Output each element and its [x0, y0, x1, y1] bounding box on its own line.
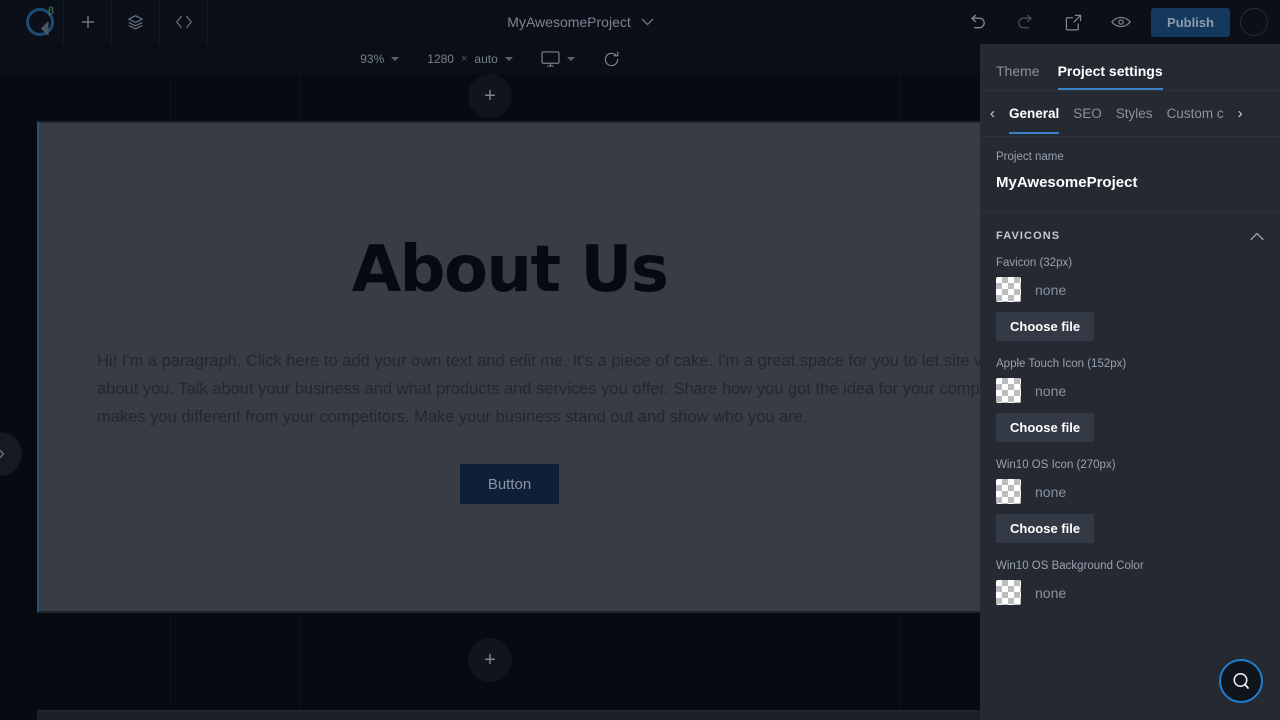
chevron-down-icon	[641, 18, 654, 26]
section-about-us[interactable]: About Us Hi! I'm a paragraph. Click here…	[37, 121, 980, 613]
canvas-height-value: auto	[474, 52, 498, 66]
project-title-label: MyAwesomeProject	[507, 14, 631, 30]
subtab-general[interactable]: General	[1009, 93, 1060, 134]
help-chat-icon	[1233, 673, 1249, 689]
code-icon	[175, 15, 192, 29]
add-section-button-bottom[interactable]: +	[468, 638, 512, 682]
apple-touch-icon-value: none	[1035, 382, 1067, 399]
apple-touch-icon-item: Apple Touch Icon (152px) none Choose fil…	[980, 353, 1280, 454]
publish-button[interactable]: Publish	[1151, 7, 1230, 37]
chevron-up-icon[interactable]	[1250, 232, 1264, 241]
add-section-button-top[interactable]: +	[468, 74, 512, 118]
tab-project-settings[interactable]: Project settings	[1057, 63, 1163, 90]
win10-os-icon-item: Win10 OS Icon (270px) none Choose file	[980, 454, 1280, 555]
project-settings-panel: Theme Project settings ‹ General SEO Sty…	[980, 44, 1280, 720]
transparency-swatch-icon[interactable]	[996, 580, 1021, 605]
code-button[interactable]	[160, 0, 208, 44]
apple-touch-icon-choose-file-button[interactable]: Choose file	[996, 413, 1095, 442]
monitor-icon	[541, 51, 560, 67]
chevron-down-icon	[566, 57, 575, 61]
chevron-right-icon	[0, 449, 4, 459]
canvas-width-value: 1280	[427, 52, 454, 66]
favicon-32-label: Favicon (32px)	[996, 257, 1073, 269]
hero-title: About Us	[351, 233, 669, 307]
panel-tab-bar: Theme Project settings	[980, 44, 1280, 91]
subtab-seo[interactable]: SEO	[1073, 93, 1102, 134]
subtabs-next-arrow[interactable]: ›	[1238, 105, 1243, 122]
editor-window: β MyAwesomeProject Publish 93% 1280 × au…	[0, 0, 1280, 720]
panel-content: Project name MyAwesomeProject FAVICONS F…	[980, 137, 1280, 720]
project-name-label: Project name	[996, 151, 1064, 163]
win10-background-color-label: Win10 OS Background Color	[996, 560, 1144, 572]
canvas-size-control[interactable]: 1280 × auto	[413, 52, 527, 66]
redo-button[interactable]	[1001, 0, 1049, 44]
canvas-toolbar: 93% 1280 × auto	[0, 44, 980, 74]
win10-os-icon-value: none	[1035, 483, 1067, 500]
undo-icon	[970, 14, 985, 29]
win10-background-color-row: none	[996, 580, 1264, 605]
external-link-icon	[1065, 14, 1081, 30]
zoom-control[interactable]: 93%	[346, 52, 413, 66]
apple-touch-icon-row: none	[996, 378, 1264, 403]
panel-subtab-bar: ‹ General SEO Styles Custom c ›	[980, 91, 1280, 137]
project-name-field[interactable]: Project name MyAwesomeProject	[980, 137, 1280, 212]
editor-logo[interactable]: β	[0, 0, 64, 44]
transparency-swatch-icon[interactable]	[996, 277, 1021, 302]
zoom-level-value: 93%	[360, 52, 385, 66]
editor-canvas[interactable]: + About Us Hi! I'm a paragraph. Click he…	[0, 74, 980, 720]
win10-os-icon-choose-file-button[interactable]: Choose file	[996, 514, 1095, 543]
favicon-32-choose-file-button[interactable]: Choose file	[996, 312, 1095, 341]
top-bar: β MyAwesomeProject Publish	[0, 0, 1280, 44]
add-element-button[interactable]	[64, 0, 112, 44]
chevron-down-icon	[504, 57, 513, 61]
multiply-symbol: ×	[460, 53, 468, 65]
hero-cta-button[interactable]: Button	[460, 464, 559, 504]
apple-touch-icon-label: Apple Touch Icon (152px)	[996, 358, 1127, 370]
favicon-32-item: Favicon (32px) none Choose file	[980, 252, 1280, 353]
layers-button[interactable]	[112, 0, 160, 44]
subtab-custom-code[interactable]: Custom c	[1167, 93, 1224, 134]
top-bar-actions: Publish	[953, 0, 1280, 44]
project-name-value[interactable]: MyAwesomeProject	[996, 174, 1264, 191]
subtab-styles[interactable]: Styles	[1116, 93, 1153, 134]
subtabs-prev-arrow[interactable]: ‹	[990, 105, 995, 122]
favicons-section-header[interactable]: FAVICONS	[980, 212, 1280, 252]
section-next[interactable]	[37, 710, 980, 720]
favicons-section-title: FAVICONS	[996, 230, 1061, 242]
transparency-swatch-icon[interactable]	[996, 479, 1021, 504]
win10-os-icon-label: Win10 OS Icon (270px)	[996, 459, 1116, 471]
redo-icon	[1017, 14, 1032, 29]
tab-theme[interactable]: Theme	[996, 63, 1040, 90]
undo-button[interactable]	[953, 0, 1001, 44]
preview-button[interactable]	[1097, 0, 1145, 44]
favicon-32-row: none	[996, 277, 1264, 302]
avatar[interactable]	[1240, 8, 1268, 36]
open-external-button[interactable]	[1049, 0, 1097, 44]
expand-left-panel-handle[interactable]	[0, 432, 22, 476]
project-title-menu[interactable]: MyAwesomeProject	[208, 14, 953, 30]
beta-badge: β	[48, 6, 55, 17]
hero-paragraph[interactable]: Hi! I'm a paragraph. Click here to add y…	[97, 347, 980, 431]
device-selector[interactable]	[527, 51, 589, 67]
eye-icon	[1111, 16, 1131, 28]
refresh-icon	[604, 51, 619, 66]
chevron-down-icon	[391, 57, 400, 61]
win10-background-color-value: none	[1035, 584, 1067, 601]
win10-background-color-item: Win10 OS Background Color none	[980, 555, 1280, 627]
plus-icon	[81, 16, 94, 28]
win10-os-icon-row: none	[996, 479, 1264, 504]
layers-icon	[128, 14, 143, 29]
transparency-swatch-icon[interactable]	[996, 378, 1021, 403]
refresh-canvas-button[interactable]	[589, 51, 634, 68]
help-chat-button[interactable]	[1219, 659, 1263, 703]
favicon-32-value: none	[1035, 281, 1067, 298]
